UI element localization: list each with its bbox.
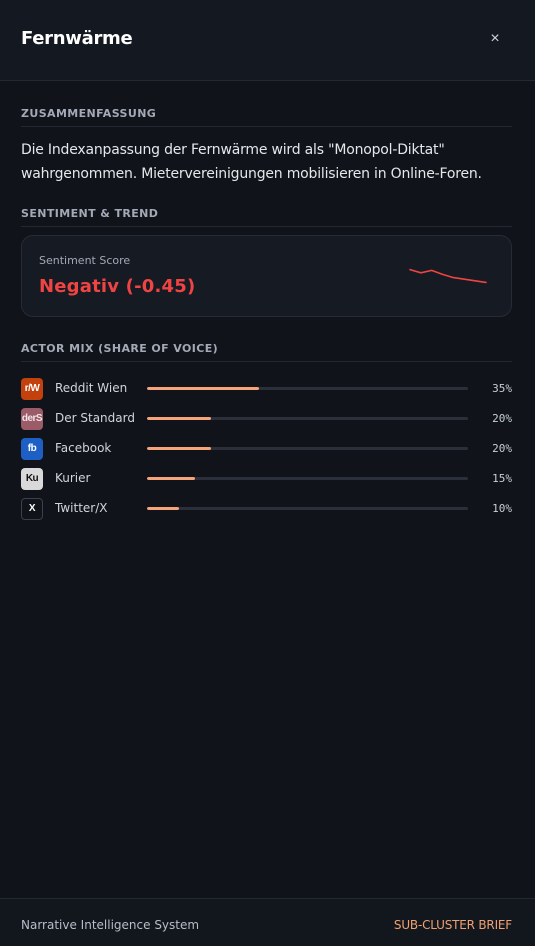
twitter-x-icon: X [21,498,43,520]
system-name: Narrative Intelligence System [21,918,200,932]
close-icon[interactable]: × [484,28,506,50]
share-bar-track [147,447,468,450]
actor-row-facebook: fb Facebook 20% [21,437,512,467]
actor-row-twitter-x: X Twitter/X 10% [21,497,512,527]
kurier-icon: Ku [21,468,43,490]
share-bar-fill [147,507,180,510]
share-bar-fill [147,387,260,390]
brief-type-label: SUB-CLUSTER BRIEF [393,918,512,932]
sentiment-trend-sparkline [409,268,487,284]
share-bar-track [147,477,468,480]
der-standard-icon: derS [21,408,43,430]
sentiment-score-label: Sentiment Score [39,254,131,267]
actor-share-percent: 15% [492,472,512,485]
actor-share-percent: 20% [492,442,512,455]
actor-mix-list: r/W Reddit Wien 35% derS Der Standard 20… [21,377,512,527]
actor-section-label: ACTOR MIX (SHARE OF VOICE) [21,342,512,362]
summary-section-label: ZUSAMMENFASSUNG [21,107,512,127]
actor-name: Twitter/X [55,501,108,515]
actor-share-percent: 35% [492,382,512,395]
actor-share-percent: 20% [492,412,512,425]
actor-name: Kurier [55,471,91,485]
actor-row-der-standard: derS Der Standard 20% [21,407,512,437]
actor-row-reddit-wien: r/W Reddit Wien 35% [21,377,512,407]
actor-name: Der Standard [55,411,135,425]
panel-title: Fernwärme [21,28,133,49]
summary-text: Die Indexanpassung der Fernwärme wird al… [21,142,482,182]
share-bar-fill [147,477,196,480]
actor-name: Facebook [55,441,112,455]
actor-row-kurier: Ku Kurier 15% [21,467,512,497]
share-bar-track [147,507,468,510]
share-bar-fill [147,417,212,420]
panel-header: Fernwärme × [0,0,535,81]
sentiment-trend-line [409,268,487,284]
actor-name: Reddit Wien [55,381,128,395]
facebook-icon: fb [21,438,43,460]
sentiment-card: Sentiment Score Negativ (-0.45) [21,235,512,317]
panel-footer: Narrative Intelligence System SUB-CLUSTE… [0,898,535,946]
reddit-icon: r/W [21,378,43,400]
share-bar-track [147,387,468,390]
actor-share-percent: 10% [492,502,512,515]
sentiment-score-value: Negativ (-0.45) [39,276,196,297]
share-bar-fill [147,447,212,450]
share-bar-track [147,417,468,420]
sentiment-section-label: SENTIMENT & TREND [21,207,512,227]
